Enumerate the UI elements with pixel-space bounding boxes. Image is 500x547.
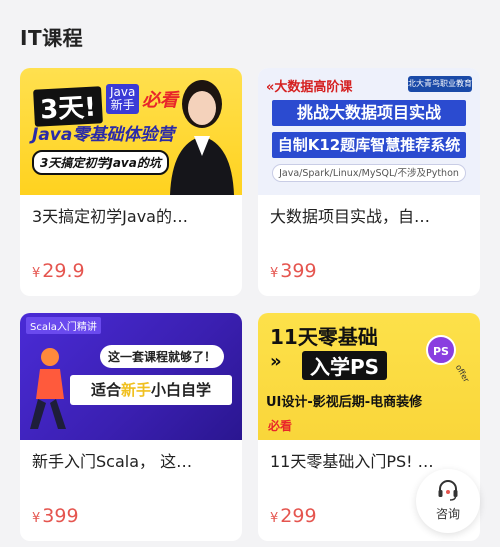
course-price: ¥29.9	[32, 260, 85, 282]
course-price: ¥399	[32, 505, 79, 527]
thumb-label: Scala入门精讲	[26, 317, 101, 334]
currency-symbol: ¥	[32, 266, 41, 281]
thumb-offer-text: offer	[454, 363, 472, 384]
course-title[interactable]: 11天零基础入门PS! …	[270, 448, 468, 472]
course-title[interactable]: 新手入门Scala， 这…	[32, 448, 230, 472]
course-thumbnail[interactable]: 11天零基础 » 入学PS PS offer UI设计-影视后期-电商装修 必看	[258, 313, 480, 440]
currency-symbol: ¥	[270, 511, 279, 526]
consult-button[interactable]: 咨询	[416, 469, 480, 533]
thumb-headline: 挑战大数据项目实战	[272, 100, 466, 126]
thumb-ps-label: 入学PS	[302, 351, 388, 380]
thumb-banner: 适合新手小白自学	[70, 375, 232, 405]
course-card-scala[interactable]: Scala入门精讲 这一套课程就够了！ 适合新手小白自学 新手入门Scala， …	[20, 313, 242, 541]
thumb-tech-stack: Java/Spark/Linux/MySQL/不涉及Python	[272, 164, 466, 182]
thumb-subline: 3天搞定初学Java的坑	[32, 150, 169, 175]
thumb-subline: UI设计-影视后期-电商装修	[266, 395, 423, 410]
chevrons-icon: »	[270, 351, 282, 372]
course-thumbnail[interactable]: 3天! Java 新手 必看 Java零基础体验营 3天搞定初学Java的坑	[20, 68, 242, 195]
thumb-headline: 11天零基础	[270, 325, 378, 349]
thumb-headline: Java零基础体验营	[32, 125, 175, 145]
course-thumbnail[interactable]: Scala入门精讲 这一套课程就够了！ 适合新手小白自学	[20, 313, 242, 440]
course-card-bigdata[interactable]: «大数据高阶课 北大青鸟职业教育 挑战大数据项目实战 自制K12题库智慧推荐系统…	[258, 68, 480, 296]
currency-symbol: ¥	[270, 266, 279, 281]
cartoon-figure-icon	[30, 348, 66, 429]
banner-text-highlight: 新手	[120, 381, 151, 399]
banner-text-c: 小白自学	[151, 381, 212, 399]
thumb-subheadline: 自制K12题库智慧推荐系统	[272, 132, 466, 158]
course-price: ¥299	[270, 505, 317, 527]
thumb-speech-bubble: 这一套课程就够了！	[100, 345, 225, 368]
banner-text-a: 适合	[90, 381, 121, 399]
consult-label: 咨询	[435, 507, 460, 521]
price-value: 299	[280, 505, 317, 527]
course-title[interactable]: 大数据项目实战，自…	[270, 203, 468, 227]
price-value: 29.9	[42, 260, 85, 282]
instructor-photo	[170, 80, 234, 195]
price-value: 399	[42, 505, 79, 527]
section-title: IT课程	[20, 26, 84, 50]
ps-badge-icon: PS	[426, 335, 456, 365]
thumb-tag: Java 新手	[106, 84, 140, 114]
price-value: 399	[280, 260, 317, 282]
currency-symbol: ¥	[32, 511, 41, 526]
headset-icon	[438, 480, 458, 501]
course-title[interactable]: 3天搞定初学Java的…	[32, 203, 230, 227]
thumb-header: «大数据高阶课	[266, 80, 353, 95]
brand-logo: 北大青鸟职业教育	[408, 76, 472, 92]
thumb-must-see: 必看	[268, 419, 293, 433]
course-card-java[interactable]: 3天! Java 新手 必看 Java零基础体验营 3天搞定初学Java的坑 3…	[20, 68, 242, 296]
course-price: ¥399	[270, 260, 317, 282]
course-thumbnail[interactable]: «大数据高阶课 北大青鸟职业教育 挑战大数据项目实战 自制K12题库智慧推荐系统…	[258, 68, 480, 195]
